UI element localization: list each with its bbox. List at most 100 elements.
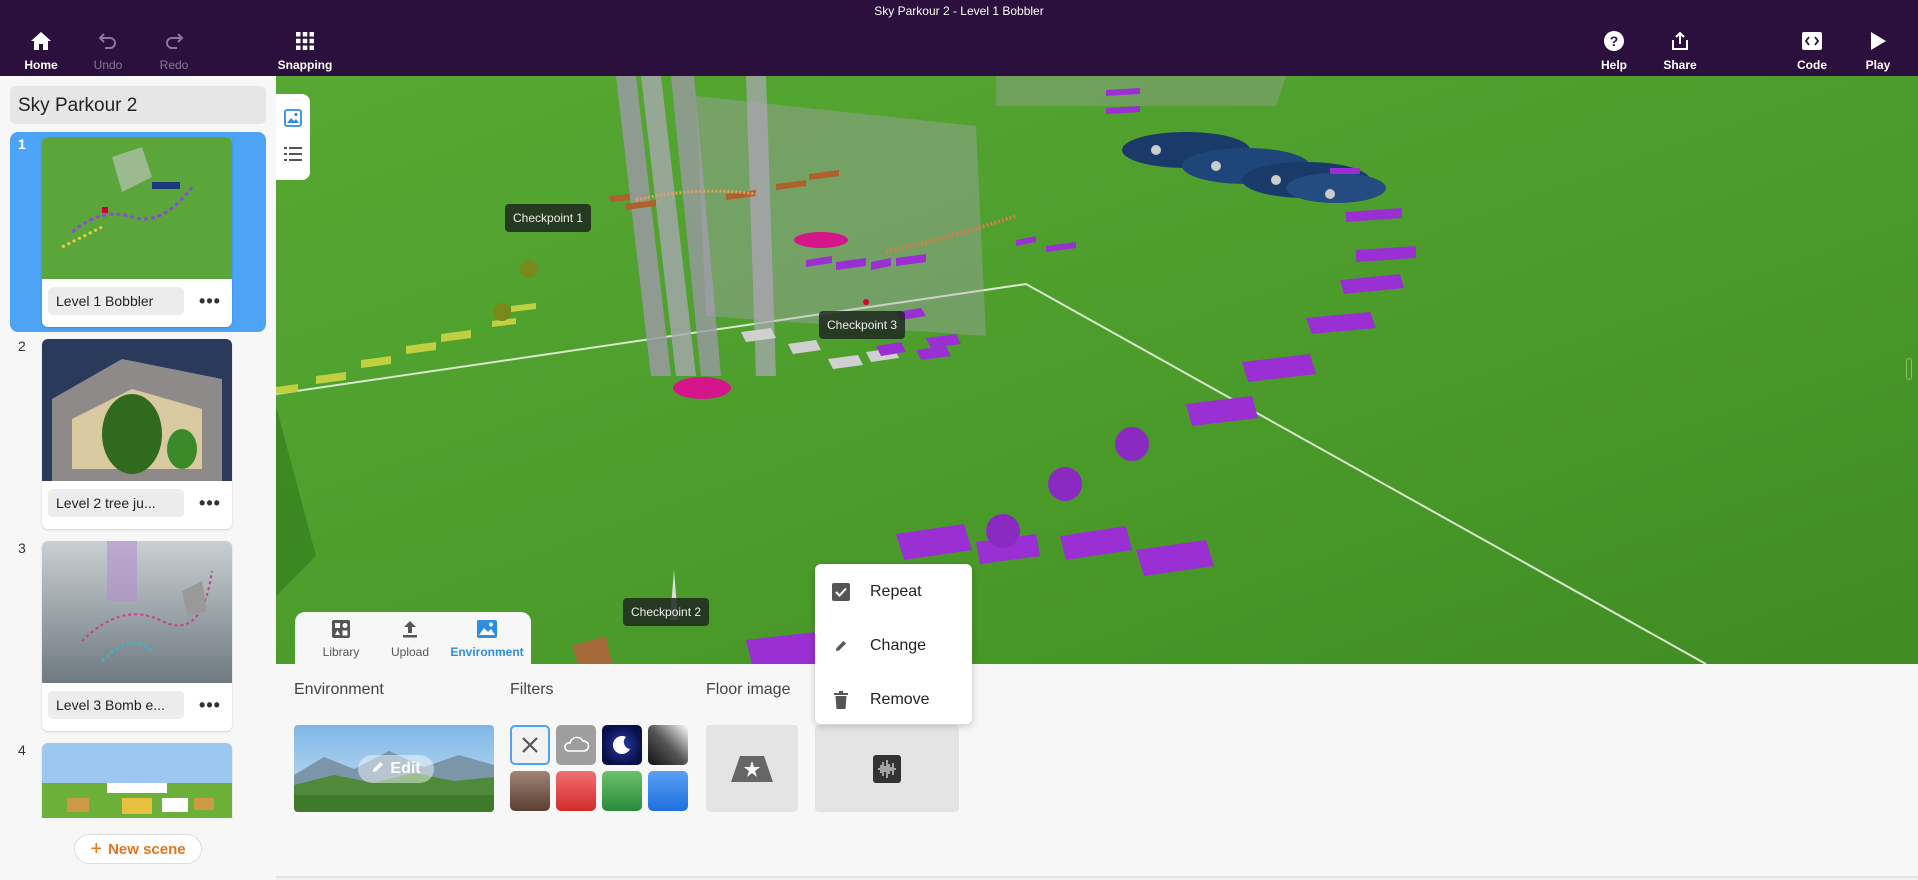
scene-bar: Level 2 tree ju... ••• <box>42 481 232 529</box>
scene-canvas <box>276 76 1918 664</box>
environment-section-label: Environment <box>294 681 384 698</box>
play-icon <box>1865 28 1891 54</box>
share-button[interactable]: Share <box>1648 28 1712 74</box>
filter-red[interactable] <box>556 771 596 811</box>
redo-button[interactable]: Redo <box>142 28 206 74</box>
trash-icon <box>831 690 851 710</box>
top-toolbar: Sky Parkour 2 - Level 1 Bobbler Home Und… <box>0 0 1918 76</box>
scene-number: 3 <box>18 540 26 556</box>
snapping-button[interactable]: Snapping <box>273 28 337 74</box>
floor-image-context-menu: Repeat Change Remove <box>815 564 972 724</box>
panel-tabs: Library Upload Environment <box>295 612 531 666</box>
plus-icon: + <box>90 837 103 860</box>
scene-number: 1 <box>18 136 26 152</box>
share-label: Share <box>1663 58 1697 72</box>
scene-item-3[interactable]: 3 Level 3 Bomb e... ••• <box>10 536 266 736</box>
scene-thumbnail[interactable] <box>42 541 232 683</box>
filters-section-label: Filters <box>510 681 554 698</box>
floor-image-selected-tile[interactable] <box>815 725 959 812</box>
filter-night[interactable] <box>602 725 642 765</box>
filter-green[interactable] <box>602 771 642 811</box>
audio-wave-icon <box>873 754 901 783</box>
change-label: Change <box>870 637 927 654</box>
list-icon[interactable] <box>283 144 303 164</box>
scene-viewport[interactable]: Checkpoint 1 Checkpoint 3 Checkpoint 2 <box>276 76 1918 664</box>
scene-item-4[interactable]: 4 <box>10 738 266 818</box>
play-button[interactable]: Play <box>1846 28 1910 74</box>
help-icon: ? <box>1601 28 1627 54</box>
viewport-side-tools <box>276 94 310 180</box>
remove-menu-item[interactable]: Remove <box>815 678 972 722</box>
home-icon <box>28 28 54 54</box>
play-label: Play <box>1865 58 1891 72</box>
undo-button[interactable]: Undo <box>76 28 140 74</box>
image-panel-icon[interactable] <box>283 108 303 128</box>
scene-name[interactable]: Level 2 tree ju... <box>48 489 184 517</box>
scene-bar: Level 3 Bomb e... ••• <box>42 683 232 731</box>
new-scene-label: New scene <box>108 840 186 858</box>
tab-library-label: Library <box>322 645 360 659</box>
edit-label: Edit <box>390 760 421 777</box>
upload-icon <box>399 618 421 640</box>
repeat-menu-item[interactable]: Repeat <box>815 570 972 614</box>
filter-none[interactable] <box>510 725 550 765</box>
floor-image-section-label: Floor image <box>706 681 791 698</box>
bottom-divider <box>276 876 1918 878</box>
project-title[interactable]: Sky Parkour 2 <box>10 86 266 124</box>
tab-library[interactable]: Library <box>315 618 367 664</box>
scene-card[interactable]: Level 1 Bobbler ••• <box>42 137 232 327</box>
filter-blue[interactable] <box>648 771 688 811</box>
new-scene-button[interactable]: + New scene <box>74 834 202 864</box>
more-options-icon[interactable]: ••• <box>198 291 222 311</box>
grid-icon <box>292 28 318 54</box>
environment-thumbnail[interactable]: Edit <box>294 725 494 812</box>
scene-name[interactable]: Level 1 Bobbler <box>48 287 184 315</box>
scene-thumbnail[interactable] <box>42 339 232 481</box>
scene-item-2[interactable]: 2 Level 2 tree ju... ••• <box>10 334 266 534</box>
code-icon <box>1799 28 1825 54</box>
more-options-icon[interactable]: ••• <box>198 695 222 715</box>
redo-label: Redo <box>159 58 189 72</box>
code-label: Code <box>1797 58 1827 72</box>
scene-card[interactable]: Level 3 Bomb e... ••• <box>42 541 232 731</box>
filter-gradient-dark[interactable] <box>648 725 688 765</box>
scene-thumbnail[interactable] <box>42 743 232 818</box>
redo-icon <box>161 28 187 54</box>
edit-environment-button[interactable]: Edit <box>358 755 434 783</box>
scene-card[interactable]: Level 2 tree ju... ••• <box>42 339 232 529</box>
window-title: Sky Parkour 2 - Level 1 Bobbler <box>874 4 1044 18</box>
change-menu-item[interactable]: Change <box>815 624 972 668</box>
undo-label: Undo <box>93 58 123 72</box>
help-label: Help <box>1600 58 1627 72</box>
share-icon <box>1667 28 1693 54</box>
tab-environment-label: Environment <box>450 645 524 659</box>
pencil-icon <box>371 760 385 779</box>
more-options-icon[interactable]: ••• <box>198 493 222 513</box>
pencil-icon <box>831 636 851 656</box>
floor-image-icon <box>731 755 773 782</box>
library-icon <box>330 618 352 640</box>
checkbox-checked-icon[interactable] <box>831 582 851 602</box>
help-button[interactable]: ? Help <box>1582 28 1646 74</box>
checkpoint-label-1[interactable]: Checkpoint 1 <box>505 204 592 232</box>
scene-card[interactable] <box>42 743 232 818</box>
scene-thumbnail[interactable] <box>42 137 232 279</box>
filter-sepia[interactable] <box>510 771 550 811</box>
cloud-icon <box>556 725 596 765</box>
scene-name[interactable]: Level 3 Bomb e... <box>48 691 184 719</box>
scrollbar-handle[interactable] <box>1906 358 1912 380</box>
checkpoint-label-2[interactable]: Checkpoint 2 <box>623 598 710 626</box>
checkpoint-label-3[interactable]: Checkpoint 3 <box>819 311 906 339</box>
tab-upload[interactable]: Upload <box>385 618 435 664</box>
scene-sidebar: Sky Parkour 2 1 Level 1 Bobbler ••• 2 Le… <box>0 76 276 880</box>
tab-upload-label: Upload <box>390 645 430 659</box>
scene-item-1[interactable]: 1 Level 1 Bobbler ••• <box>10 132 266 332</box>
floor-image-add-tile[interactable] <box>706 725 798 812</box>
snapping-label: Snapping <box>277 58 333 72</box>
filter-cloudy[interactable] <box>556 725 596 765</box>
scene-bar: Level 1 Bobbler ••• <box>42 279 232 327</box>
home-button[interactable]: Home <box>9 28 73 74</box>
tab-environment[interactable]: Environment <box>447 618 527 664</box>
moon-icon <box>602 725 642 765</box>
code-button[interactable]: Code <box>1780 28 1844 74</box>
